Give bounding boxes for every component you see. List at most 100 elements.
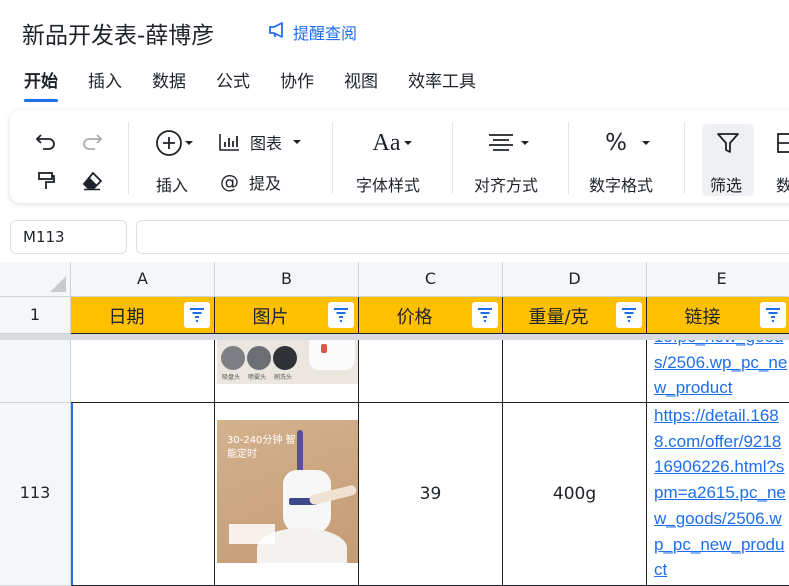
caret-down-icon [521,141,529,145]
header-text: 链接 [684,307,721,328]
price-value: 39 [419,484,442,504]
product-link[interactable]: https://detail.1688.com/offer/9218169062… [654,403,788,583]
tab-view[interactable]: 视图 [344,67,378,92]
header-text: 图片 [252,307,289,328]
menu-bar: 开始 插入 数据 公式 协作 视图 效率工具 [24,67,506,102]
insert-label: 插入 [156,176,189,195]
column-header-a[interactable]: A [71,262,215,297]
tab-efficiency-tools[interactable]: 效率工具 [408,67,476,92]
clear-format-button[interactable] [78,168,106,194]
cell-e112[interactable]: 15.pc_new_goods/2506.wp_pc_new_product [647,340,789,403]
undo-icon [35,134,55,150]
column-header-b[interactable]: B [215,262,359,297]
thumb-label: 刷洗头 [274,374,293,381]
header-cell-date[interactable]: 日期 [71,297,215,334]
align-label: 对齐方式 [474,176,539,195]
cell-a112[interactable] [71,340,215,403]
redo-icon [83,134,103,150]
chart-label: 图表 [250,134,283,153]
chart-button[interactable]: 图表 [218,128,314,156]
thumb-label: 喷雾头 [248,374,267,381]
document-title[interactable]: 新品开发表-薛博彦 [22,16,214,50]
cell-c113[interactable]: 39 [359,403,503,586]
cell-c112[interactable] [359,340,503,403]
column-filter-button[interactable] [184,302,210,328]
header-cell-weight[interactable]: 重量/克 [503,297,647,334]
filter-icon [190,308,204,322]
filter-icon [717,133,739,153]
format-painter-button[interactable] [32,168,60,194]
filter-button[interactable] [702,128,754,158]
cell-d112[interactable] [503,340,647,403]
truncated-tool-label: 数 [776,176,789,195]
tab-collaborate[interactable]: 协作 [280,67,314,92]
remind-label: 提醒查阅 [293,24,358,43]
row-header-113[interactable]: 113 [0,403,71,586]
column-filter-button[interactable] [616,302,642,328]
align-center-icon [489,134,513,151]
font-icon: Aa [372,129,401,156]
toolbar: 插入 图表 @ 提及 Aa 字体样式 对齐方式 % 数字格式 筛选 数 [10,110,789,203]
column-filter-button[interactable] [472,302,498,328]
header-text: 重量/克 [528,307,589,328]
header-cell-image[interactable]: 图片 [215,297,359,334]
insert-button[interactable] [148,126,200,160]
filter-label: 筛选 [710,176,743,195]
number-format-button[interactable]: % [602,128,654,158]
product-link[interactable]: 15.pc_new_goods/2506.wp_pc_new_product [654,340,788,401]
font-style-button[interactable]: Aa [365,128,421,158]
remind-button[interactable]: 提醒查阅 [268,20,357,44]
row-header-1[interactable]: 1 [0,297,71,334]
mention-button[interactable]: @ 提及 [220,168,310,196]
number-format-label: 数字格式 [589,176,654,195]
align-button[interactable] [484,128,534,158]
product-thumbnail[interactable]: 吸盘头 喷雾头 刷洗头 [217,340,358,384]
tab-insert[interactable]: 插入 [88,67,122,92]
column-header-e[interactable]: E [647,262,789,297]
cell-d113[interactable]: 400g [503,403,647,586]
at-sign-icon: @ [220,171,239,193]
column-header-d[interactable]: D [503,262,647,297]
cell-b112[interactable]: 吸盘头 喷雾头 刷洗头 [215,340,359,403]
cell-reference-box[interactable]: M113 [10,220,127,254]
undo-button[interactable] [32,128,60,154]
format-painter-icon [38,172,55,189]
cell-b113[interactable]: 30-240分钟 智能定时 [215,403,359,586]
more-tool-button[interactable] [774,130,789,156]
row-header-112[interactable] [0,340,71,403]
caret-down-icon [404,141,413,145]
weight-value: 400g [552,484,597,504]
filter-icon [766,308,780,322]
caret-down-icon [641,141,650,145]
eraser-icon [82,171,103,191]
thumb-label: 吸盘头 [222,374,241,381]
header-cell-price[interactable]: 价格 [359,297,503,334]
formula-input[interactable] [136,220,789,254]
table-icon [777,133,789,153]
tab-start[interactable]: 开始 [24,67,58,102]
tab-data[interactable]: 数据 [152,67,186,92]
header-text: 价格 [396,307,433,328]
filter-icon [622,308,636,322]
cell-a113[interactable] [71,403,215,586]
column-filter-button[interactable] [760,302,786,328]
redo-button[interactable] [78,128,106,154]
header-text: 日期 [108,307,145,328]
caret-down-icon [185,141,193,145]
image-caption: 30-240分钟 智能定时 [227,435,296,460]
tab-formula[interactable]: 公式 [216,67,250,92]
select-all-corner[interactable] [0,262,71,297]
mention-label: 提及 [249,174,282,193]
bar-chart-icon [219,134,239,151]
megaphone-icon [268,21,288,43]
header-cell-link[interactable]: 链接 [647,297,789,334]
filter-icon [334,308,348,322]
column-header-c[interactable]: C [359,262,503,297]
filter-icon [478,308,492,322]
product-image[interactable]: 30-240分钟 智能定时 [217,420,358,563]
cell-e113[interactable]: https://detail.1688.com/offer/9218169062… [647,403,789,586]
column-filter-button[interactable] [328,302,354,328]
plus-circle-icon [156,130,182,156]
percent-icon: % [605,130,627,156]
corner-triangle-icon [50,276,66,292]
